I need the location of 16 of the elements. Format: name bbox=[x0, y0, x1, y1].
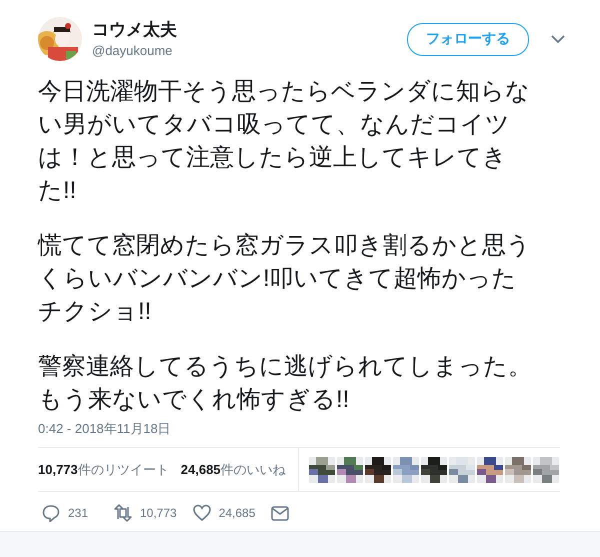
author-handle: @dayukoume bbox=[92, 42, 174, 59]
stat-link[interactable]: 10,773件のリツイート bbox=[38, 460, 169, 478]
author-name: コウメ太夫 bbox=[92, 19, 178, 40]
tweet-text: 慌てて窓閉めたら窓ガラス叩き割るかと思うくらいバンバンバン!叩いてきて超怖かったチクショ!! bbox=[38, 231, 532, 327]
action-count: 231 bbox=[68, 506, 90, 520]
timestamp: 0:42 - 2018年11月18日 bbox=[38, 420, 172, 438]
tweet-text: 今日洗濯物干そう思ったらベランダに知らない男がいてタバコ吸ってて、なんだコイツは！と思って注意したら逆上してキレてきた!! bbox=[38, 77, 531, 206]
tweet-text: 警察連絡してるうちに逃げられてしまった。もう来ないでくれ怖すぎる!! bbox=[38, 352, 532, 415]
heart-icon[interactable] bbox=[192, 504, 211, 522]
action-count: 24,685 bbox=[218, 506, 256, 520]
retweet-icon[interactable] bbox=[114, 504, 132, 522]
action-count: 10,773 bbox=[140, 506, 177, 520]
envelope-icon[interactable] bbox=[271, 504, 290, 522]
speech-bubble-icon[interactable] bbox=[42, 504, 60, 522]
stat-link[interactable]: 24,685件のいいね bbox=[180, 460, 286, 478]
chevron-down-icon[interactable] bbox=[551, 34, 565, 44]
